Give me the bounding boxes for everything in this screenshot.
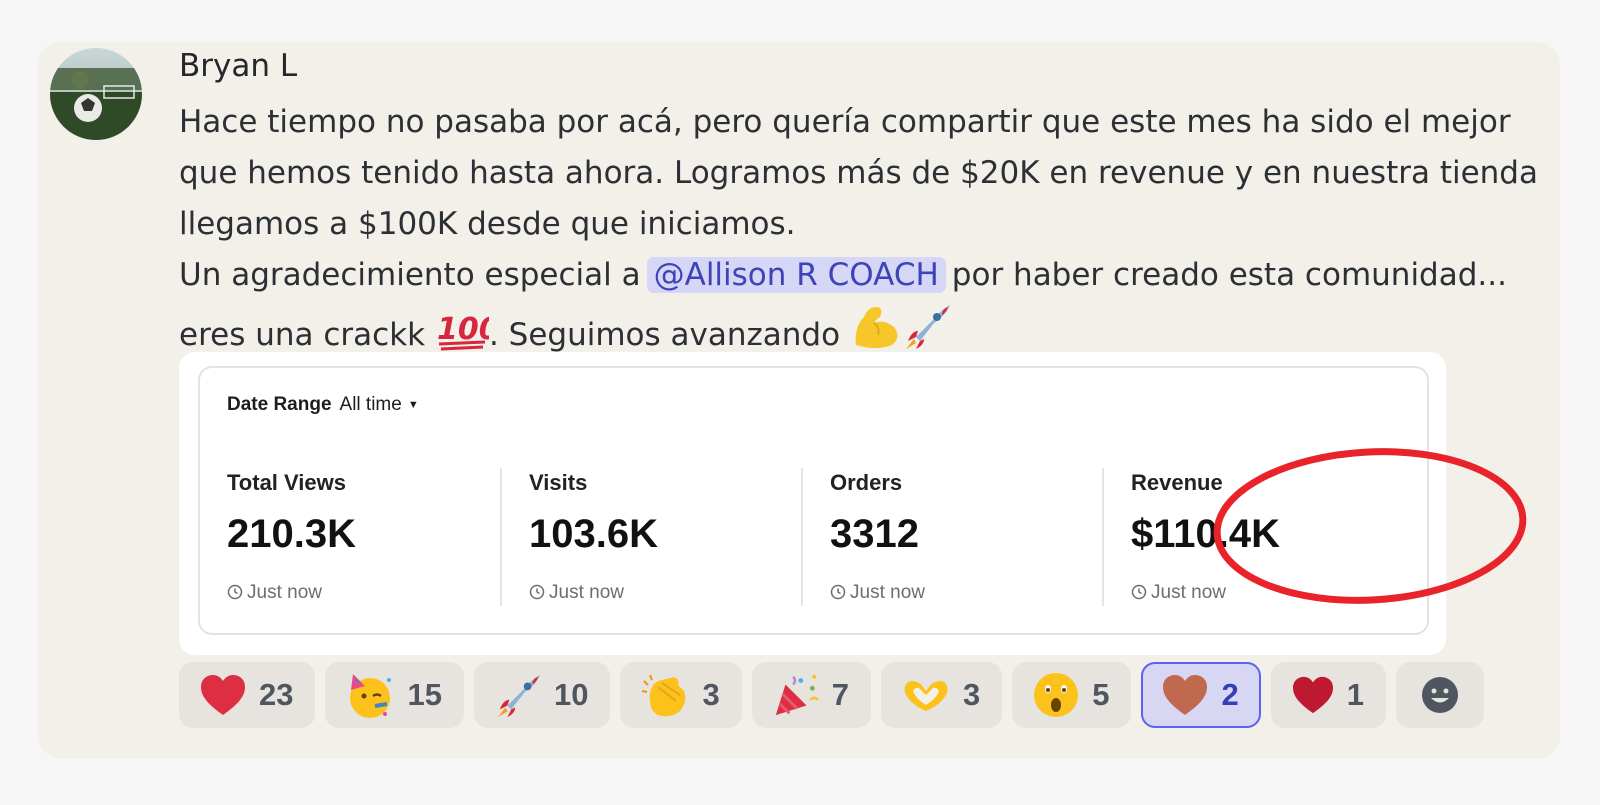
metric-divider xyxy=(500,468,502,606)
metric-time-text: Just now xyxy=(850,582,925,603)
date-range-label: Date Range xyxy=(227,394,332,415)
metric-time-text: Just now xyxy=(247,582,322,603)
metric-revenue: Revenue $110.4K Just now xyxy=(1131,468,1431,606)
astonished-face-icon xyxy=(1034,673,1079,717)
clock-icon xyxy=(1131,584,1147,606)
metric-divider xyxy=(1102,468,1104,606)
reaction-red-heart[interactable]: 23 xyxy=(179,662,316,728)
metric-value: 210.3K xyxy=(227,512,356,556)
chat-message: Bryan L Hace tiempo no pasaba por acá, p… xyxy=(38,42,1560,759)
reaction-partying-face[interactable]: 15 xyxy=(325,662,464,728)
reaction-red-heart-dark[interactable]: 1 xyxy=(1270,662,1386,728)
add-reaction-smiley-icon xyxy=(1421,677,1458,713)
heart-hands-icon xyxy=(904,681,948,711)
stats-card: Date Range All time ▼ Total Views 210.3K J… xyxy=(198,366,1527,635)
message-line-text: por haber creado esta comunidad... xyxy=(951,257,1507,293)
metric-timestamp: Just now xyxy=(830,582,925,606)
rocket-icon xyxy=(497,674,541,718)
reaction-count: 2 xyxy=(1221,677,1239,712)
metric-timestamp: Just now xyxy=(529,582,624,606)
reaction-rocket[interactable]: 10 xyxy=(473,662,611,728)
message-line-text: eres una crackk xyxy=(179,317,426,353)
reaction-count: 10 xyxy=(553,677,589,712)
metric-value: 3312 xyxy=(830,512,919,556)
metric-visits: Visits 103.6K Just now xyxy=(529,468,829,606)
metric-value: 103.6K xyxy=(529,512,658,556)
message-line: llegamos a $100K desde que iniciamos. xyxy=(179,206,796,242)
reaction-count: 3 xyxy=(702,677,720,712)
date-range-value: All time xyxy=(339,394,402,415)
clock-icon xyxy=(529,584,545,606)
message-line: Un agradecimiento especial a @Allison R C… xyxy=(179,250,1539,301)
avatar[interactable] xyxy=(50,48,142,140)
reaction-count: 23 xyxy=(259,677,294,712)
red-heart-icon xyxy=(201,675,245,715)
metric-time-text: Just now xyxy=(1151,582,1226,603)
partying-face-icon xyxy=(350,674,392,718)
reaction-clapping-hands[interactable]: 3 xyxy=(620,662,742,728)
brown-heart-icon xyxy=(1163,675,1208,715)
metric-total-views: Total Views 210.3K Just now xyxy=(227,468,527,606)
metric-label: Visits xyxy=(529,470,588,495)
screenshot-attachment[interactable]: Date Range All time ▼ Total Views 210.3K J… xyxy=(179,352,1527,655)
author-name[interactable]: Bryan L xyxy=(179,48,297,84)
reaction-astonished-face[interactable]: 5 xyxy=(1012,662,1132,728)
clock-icon xyxy=(227,584,243,606)
message-line: Hace tiempo no pasaba por acá, pero quer… xyxy=(179,104,1511,140)
reaction-heart-hands[interactable]: 3 xyxy=(880,662,1003,728)
message-line: que hemos tenido hasta ahora. Logramos m… xyxy=(179,155,1538,191)
clock-icon xyxy=(830,584,846,606)
metric-timestamp: Just now xyxy=(227,582,322,606)
reaction-brown-heart[interactable]: 2 xyxy=(1141,662,1261,728)
clapping-hands-icon xyxy=(642,674,686,717)
message-line-text: Un agradecimiento especial a xyxy=(179,257,641,293)
date-range-selector[interactable]: Date Range All time ▼ xyxy=(227,394,419,416)
reaction-count: 15 xyxy=(407,677,442,712)
metric-time-text: Just now xyxy=(549,582,624,603)
metric-label: Total Views xyxy=(227,470,347,495)
metric-label: Orders xyxy=(830,470,903,495)
reaction-count: 3 xyxy=(962,677,981,712)
add-reaction-button[interactable] xyxy=(1395,662,1484,728)
reaction-count: 7 xyxy=(831,677,849,712)
reaction-count: 5 xyxy=(1092,677,1110,712)
message-text: Hace tiempo no pasaba por acá, pero quer… xyxy=(179,97,1539,367)
message-line-text: . Seguimos avanzando xyxy=(488,317,841,353)
party-popper-icon xyxy=(775,674,819,716)
red-heart-icon xyxy=(1292,676,1333,714)
reactions-bar: 23 15 10 3 7 3 5 2 1 xyxy=(179,662,1484,728)
caret-down-icon: ▼ xyxy=(407,399,419,411)
metric-orders: Orders 3312 Just now xyxy=(830,468,1130,606)
user-mention[interactable]: @Allison R COACH xyxy=(646,257,946,293)
reaction-party-popper[interactable]: 7 xyxy=(751,662,871,728)
reaction-count: 1 xyxy=(1346,677,1364,712)
metric-divider xyxy=(801,468,803,606)
metric-label: Revenue xyxy=(1131,470,1223,495)
metric-value: $110.4K xyxy=(1131,512,1281,556)
metric-timestamp: Just now xyxy=(1131,582,1226,606)
